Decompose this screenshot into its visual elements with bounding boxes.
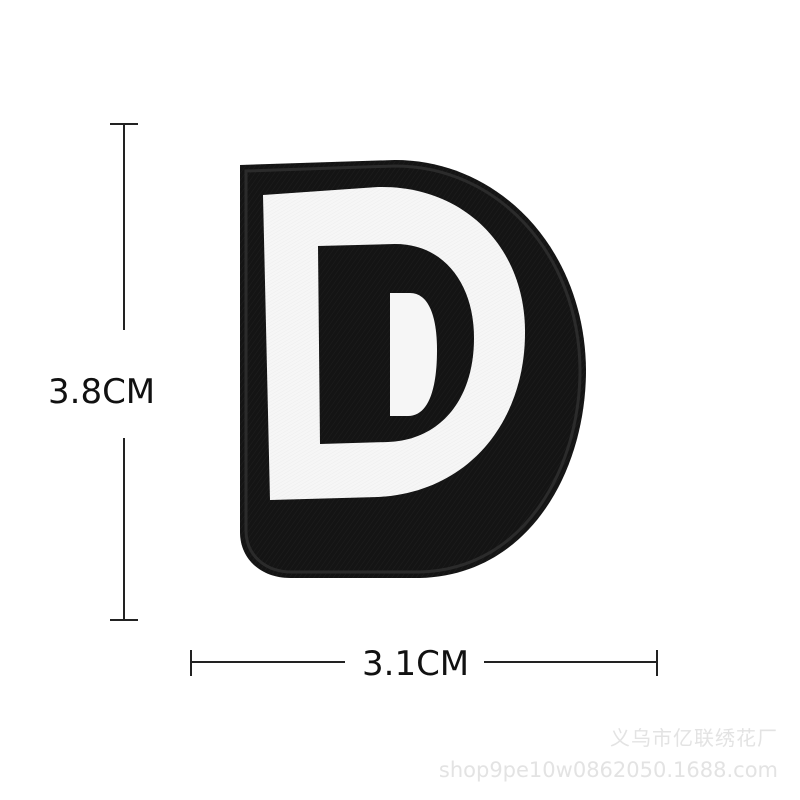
watermark-shop-url: shop9pe10w0862050.1688.com [438,758,778,782]
width-dimension-label: 3.1CM [362,644,470,684]
letter-d-patch [240,160,586,578]
height-dimension-label: 3.8CM [48,372,156,412]
watermark-company-name: 义乌市亿联绣花厂 [610,726,778,750]
